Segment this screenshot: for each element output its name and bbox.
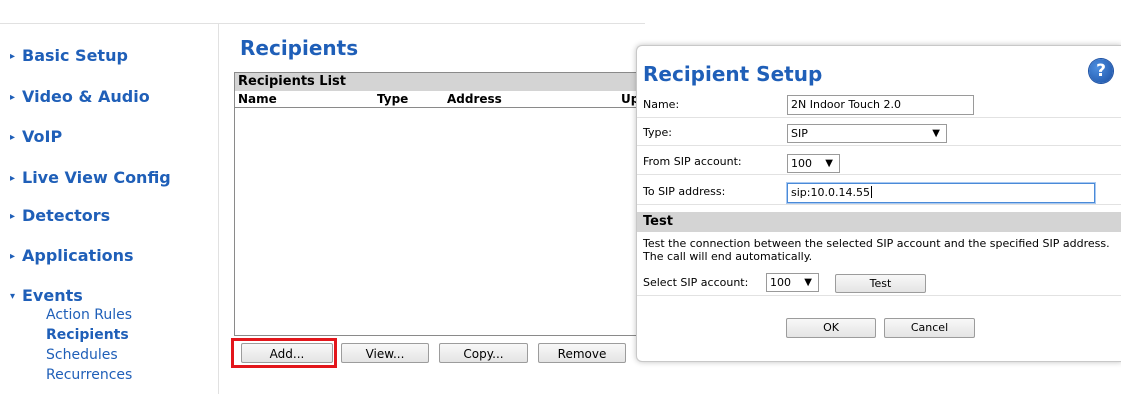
sidebar-item-applications[interactable]: ▸ Applications	[10, 246, 134, 265]
recipient-setup-dialog: Recipient Setup ? Name: 2N Indoor Touch …	[636, 45, 1121, 362]
name-label: Name:	[643, 98, 680, 111]
type-label: Type:	[643, 126, 672, 139]
name-input[interactable]: 2N Indoor Touch 2.0	[787, 95, 974, 115]
dropdown-caret-icon: ▼	[932, 128, 940, 139]
chevron-down-icon: ▾	[10, 291, 16, 302]
page-title: Recipients	[240, 36, 359, 60]
chevron-right-icon: ▸	[10, 132, 16, 143]
recipients-list[interactable]: Recipients List Name Type Address Uplo	[234, 72, 646, 336]
dialog-title: Recipient Setup	[643, 62, 823, 86]
sidebar-item-label: Live View Config	[22, 168, 171, 187]
sidebar-item-events[interactable]: ▾ Events	[10, 286, 83, 305]
sidebar-item-label: Events	[22, 286, 83, 305]
sidebar-subitem-recurrences[interactable]: Recurrences	[46, 367, 132, 383]
test-section-header: Test	[637, 212, 1121, 232]
select-sip-row: Select SIP account: 100 ▼ Test	[637, 271, 1121, 296]
sidebar-item-label: VoIP	[22, 127, 63, 146]
chevron-right-icon: ▸	[10, 251, 16, 262]
sidebar-divider	[218, 24, 219, 394]
to-sip-input[interactable]: sip:10.0.14.55	[787, 183, 1095, 203]
type-row: Type: SIP ▼	[637, 121, 1121, 146]
test-button[interactable]: Test	[835, 274, 926, 293]
chevron-right-icon: ▸	[10, 92, 16, 103]
sidebar: ▸ Basic Setup ▸ Video & Audio ▸ VoIP ▸ Live …	[0, 24, 218, 394]
sidebar-item-video-audio[interactable]: ▸ Video & Audio	[10, 87, 150, 106]
sidebar-item-basic-setup[interactable]: ▸ Basic Setup	[10, 46, 128, 65]
sidebar-item-label: Video & Audio	[22, 87, 150, 106]
type-select[interactable]: SIP ▼	[787, 124, 947, 143]
cancel-button[interactable]: Cancel	[884, 318, 975, 338]
from-sip-value: 100	[791, 157, 812, 170]
sidebar-subitem-action-rules[interactable]: Action Rules	[46, 307, 132, 323]
to-sip-row: To SIP address: sip:10.0.14.55	[637, 180, 1121, 205]
select-sip-select[interactable]: 100 ▼	[766, 273, 819, 292]
remove-button[interactable]: Remove	[538, 343, 626, 363]
select-sip-label: Select SIP account:	[643, 276, 749, 289]
chevron-right-icon: ▸	[10, 51, 16, 62]
help-icon[interactable]: ?	[1089, 59, 1113, 83]
from-sip-label: From SIP account:	[643, 155, 742, 168]
chevron-right-icon: ▸	[10, 173, 16, 184]
recipients-list-header: Recipients List	[235, 73, 646, 91]
ok-button[interactable]: OK	[786, 318, 876, 338]
sidebar-item-label: Detectors	[22, 206, 111, 225]
add-button-highlight	[231, 338, 337, 368]
copy-button[interactable]: Copy...	[439, 343, 528, 363]
sidebar-item-label: Basic Setup	[22, 46, 128, 65]
test-header-label: Test	[643, 214, 673, 229]
test-description: Test the connection between the selected…	[643, 237, 1110, 263]
from-sip-row: From SIP account: 100 ▼	[637, 150, 1121, 175]
to-sip-label: To SIP address:	[643, 185, 726, 198]
text-cursor	[870, 186, 872, 198]
name-row: Name: 2N Indoor Touch 2.0	[637, 93, 1121, 118]
sidebar-item-live-view-config[interactable]: ▸ Live View Config	[10, 168, 171, 187]
to-sip-value: sip:10.0.14.55	[791, 186, 870, 199]
dropdown-caret-icon: ▼	[804, 277, 812, 288]
select-sip-value: 100	[770, 276, 791, 289]
column-header-address[interactable]: Address	[447, 92, 502, 106]
view-button[interactable]: View...	[341, 343, 429, 363]
sidebar-item-detectors[interactable]: ▸ Detectors	[10, 206, 110, 225]
sidebar-item-label: Applications	[22, 246, 134, 265]
from-sip-select[interactable]: 100 ▼	[787, 154, 840, 173]
sidebar-subitem-recipients[interactable]: Recipients	[46, 327, 129, 343]
column-header-type[interactable]: Type	[377, 92, 408, 106]
dropdown-caret-icon: ▼	[825, 158, 833, 169]
recipients-columns: Name Type Address Uplo	[235, 91, 646, 108]
type-select-value: SIP	[791, 127, 808, 140]
sidebar-subitem-schedules[interactable]: Schedules	[46, 347, 118, 363]
sidebar-item-voip[interactable]: ▸ VoIP	[10, 127, 62, 146]
chevron-right-icon: ▸	[10, 211, 16, 222]
column-header-name[interactable]: Name	[238, 92, 277, 106]
